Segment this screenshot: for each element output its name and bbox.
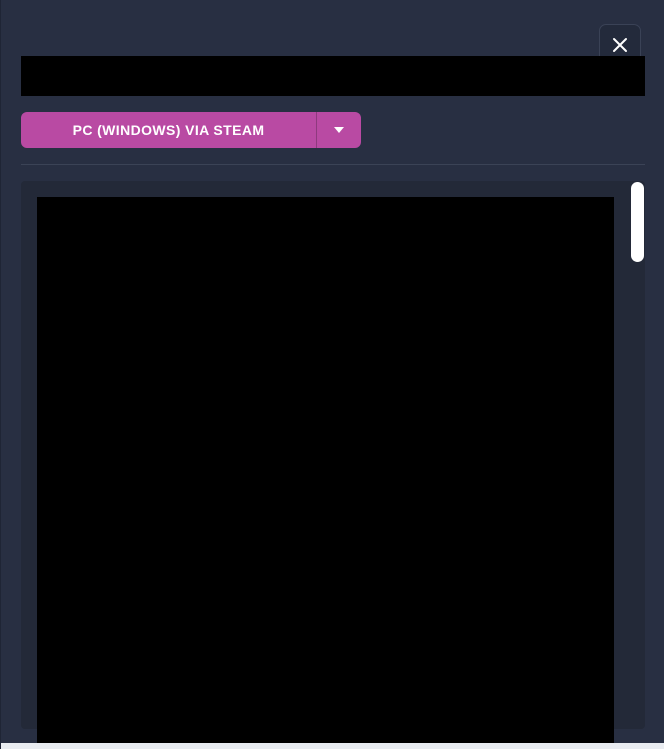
content-image [37, 197, 614, 749]
dialog-title-area [21, 56, 645, 96]
close-icon [613, 38, 627, 52]
scrollbar-thumb[interactable] [631, 182, 644, 262]
scrollbar-track[interactable] [629, 181, 645, 729]
dialog: PC (WINDOWS) VIA STEAM [0, 0, 664, 749]
bottom-edge [1, 743, 664, 749]
platform-select[interactable]: PC (WINDOWS) VIA STEAM [21, 112, 361, 148]
caret-down-icon [334, 127, 344, 133]
platform-dropdown-toggle[interactable] [317, 112, 361, 148]
divider [21, 164, 645, 165]
platform-select-label[interactable]: PC (WINDOWS) VIA STEAM [21, 112, 316, 148]
